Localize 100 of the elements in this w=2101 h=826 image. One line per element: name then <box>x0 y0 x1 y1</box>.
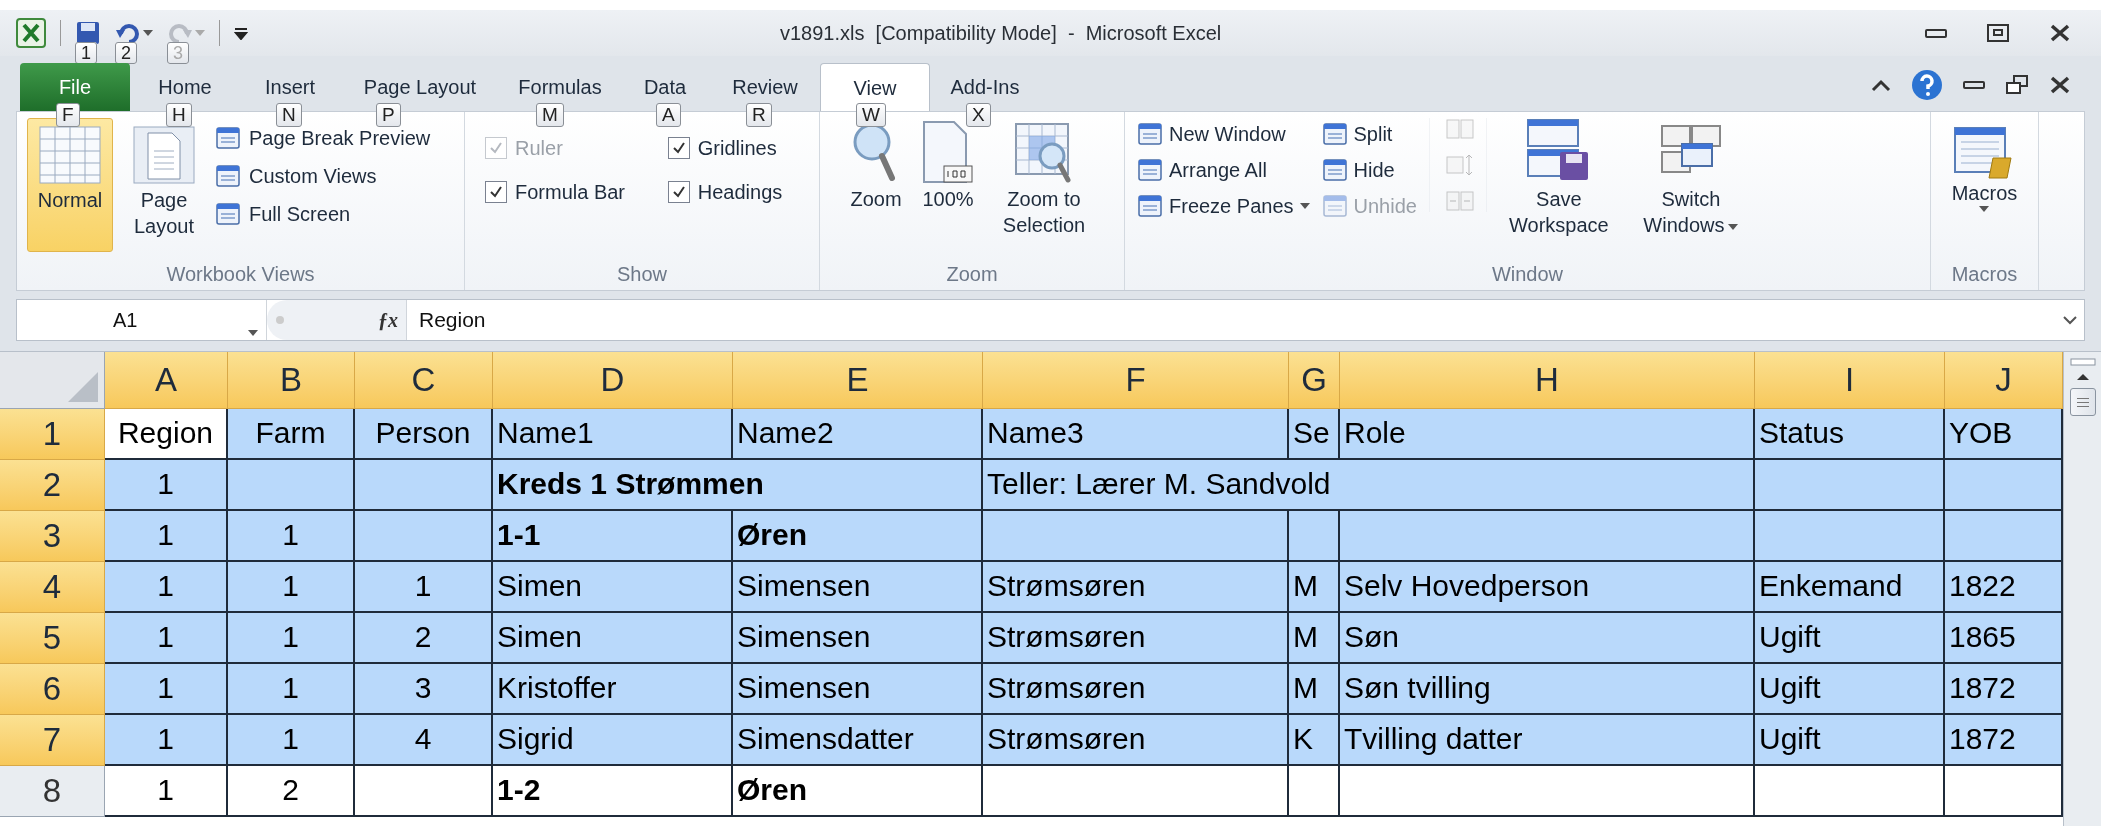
table-cell: Øren <box>733 766 983 817</box>
ribbon-large-button[interactable]: Zoom to Selection <box>994 120 1094 238</box>
keytip-tooltip: A <box>656 103 681 127</box>
table-cell: 1-2 <box>493 766 733 817</box>
table-cell: Simen <box>493 613 733 664</box>
macros-button[interactable]: Macros <box>1951 126 2018 258</box>
keytip-tooltip: X <box>966 103 991 127</box>
group-label: Workbook Views <box>165 262 316 287</box>
ribbon-button[interactable]: New Window <box>1137 118 1310 150</box>
new-window-icon <box>1137 122 1163 146</box>
table-cell: Strømsøren <box>983 664 1289 715</box>
checkmark-icon <box>670 140 687 156</box>
caret-icon <box>1728 223 1739 230</box>
checkmark-icon <box>488 184 504 200</box>
table-cell: Søn tvilling <box>1340 664 1755 715</box>
page-icon <box>132 125 196 185</box>
close-icon[interactable] <box>2049 76 2071 94</box>
table-cell <box>1289 511 1340 562</box>
collapse-ribbon-icon[interactable] <box>1871 78 1891 92</box>
table-cell: Simen <box>493 562 733 613</box>
table-cell: Ugift <box>1755 715 1945 766</box>
customize-dropdown-icon[interactable] <box>234 26 248 40</box>
table-cell: Status <box>1755 409 1945 460</box>
table-cell: 1865 <box>1945 613 2063 664</box>
column-header[interactable]: D <box>493 352 733 409</box>
table-cell: 1 <box>228 715 355 766</box>
table-cell: Region <box>105 409 228 460</box>
row-header[interactable]: 6 <box>0 664 105 715</box>
column-header[interactable]: I <box>1755 352 1945 409</box>
table-cell: Teller: Lærer M. Sandvold <box>983 460 1755 511</box>
row-header[interactable]: 3 <box>0 511 105 562</box>
ribbon-button[interactable]: Freeze Panes <box>1137 190 1310 222</box>
row-header[interactable]: 8 <box>0 766 105 817</box>
column-header[interactable]: B <box>228 352 355 409</box>
ribbon-button[interactable]: Full Screen <box>215 198 431 230</box>
table-cell: 2 <box>228 766 355 817</box>
checkbox[interactable] <box>667 137 690 159</box>
table-cell: Øren <box>733 511 983 562</box>
column-header[interactable]: G <box>1289 352 1340 409</box>
column-header[interactable]: F <box>983 352 1289 409</box>
column-header[interactable]: J <box>1945 352 2063 409</box>
table-cell: 1 <box>105 715 228 766</box>
table-cell: Name1 <box>493 409 733 460</box>
table-cell: 1 <box>105 460 228 511</box>
table-cell: Simensdatter <box>733 715 983 766</box>
table-cell: YOB <box>1945 409 2063 460</box>
table-cell: Name3 <box>983 409 1289 460</box>
checkbox[interactable] <box>485 181 507 203</box>
scroll-thumb[interactable] <box>2069 388 2096 416</box>
row-header[interactable]: 2 <box>0 460 105 511</box>
table-cell: M <box>1289 664 1340 715</box>
table-cell: Strømsøren <box>983 613 1289 664</box>
table-cell: Tvilling datter <box>1340 715 1755 766</box>
checkbox-option[interactable]: Formula Bar <box>485 170 642 214</box>
column-header[interactable]: E <box>733 352 983 409</box>
close-icon[interactable] <box>2049 24 2071 42</box>
ribbon-large-button[interactable]: Switch Windows <box>1630 118 1751 238</box>
row-header[interactable]: 5 <box>0 613 105 664</box>
page-break-icon <box>215 126 241 150</box>
table-cell: Søn <box>1340 613 1755 664</box>
table-cell: M <box>1289 562 1340 613</box>
checkbox-option[interactable]: Gridlines <box>667 126 799 170</box>
checkbox[interactable] <box>667 181 690 203</box>
keytip-tooltip: F <box>56 103 80 127</box>
table-cell: 1 <box>105 613 228 664</box>
table-cell: M <box>1289 613 1340 664</box>
checkbox-option[interactable]: Headings <box>667 170 799 214</box>
save-icon[interactable] <box>75 20 101 46</box>
maximize-icon[interactable] <box>1987 24 2009 42</box>
column-header[interactable]: A <box>105 352 228 409</box>
table-cell: 3 <box>355 664 493 715</box>
split-handle-icon[interactable] <box>2069 358 2096 366</box>
row-header[interactable]: 7 <box>0 715 105 766</box>
ribbon-button[interactable]: Hide <box>1321 154 1417 186</box>
arrange-icon <box>1137 158 1163 182</box>
row-header[interactable]: 1 <box>0 409 105 460</box>
ribbon-large-button[interactable]: Save Workspace <box>1498 118 1619 238</box>
column-header[interactable]: H <box>1340 352 1755 409</box>
table-cell: 4 <box>355 715 493 766</box>
minimize-icon[interactable] <box>1925 28 1947 38</box>
group-label: Macros <box>1950 262 2019 287</box>
minimize-icon[interactable] <box>1963 80 1985 90</box>
keytip-tooltip: 2 <box>115 42 137 64</box>
keytip-tooltip: W <box>856 103 886 127</box>
checkmark-icon <box>670 184 687 200</box>
table-cell: Simensen <box>733 664 983 715</box>
excel-logo-icon[interactable] <box>16 18 46 48</box>
column-header[interactable]: C <box>355 352 493 409</box>
table-cell: Farm <box>228 409 355 460</box>
help-icon[interactable] <box>1911 69 1943 101</box>
caret-icon <box>195 30 205 36</box>
table-cell <box>1289 766 1340 817</box>
ribbon-button[interactable]: Arrange All <box>1137 154 1310 186</box>
table-cell: Kristoffer <box>493 664 733 715</box>
table-cell: 1 <box>105 664 228 715</box>
row-header[interactable]: 4 <box>0 562 105 613</box>
ribbon-button[interactable]: Custom Views <box>215 160 431 192</box>
full-screen-icon <box>215 202 241 226</box>
restore-icon[interactable] <box>2005 75 2029 95</box>
ribbon-button[interactable]: Split <box>1321 118 1417 150</box>
